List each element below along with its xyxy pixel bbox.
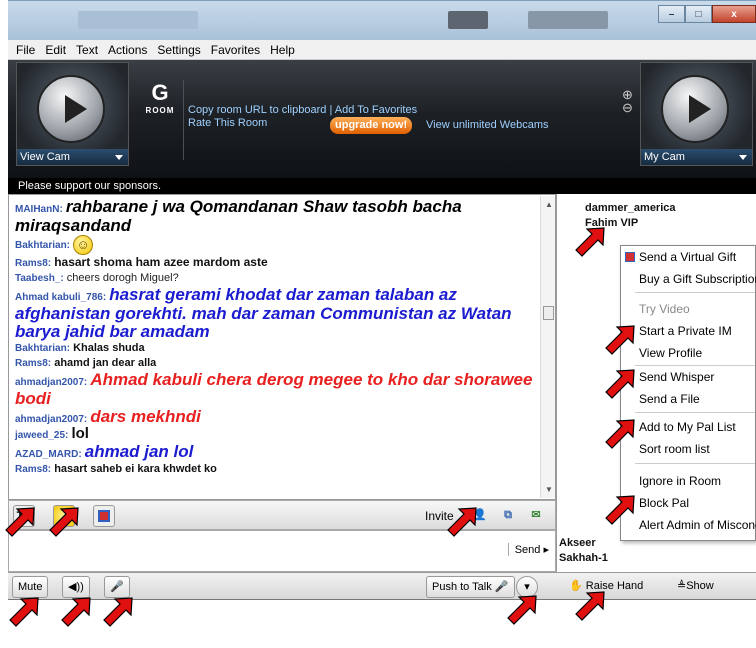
menu-item-block-pal[interactable]: Block Pal [639, 496, 689, 510]
message-input[interactable]: Send ▸ [8, 530, 556, 572]
list-item: Rams8: ahamd jan dear alla [15, 357, 157, 369]
gift-icon [625, 252, 635, 262]
list-item: Bakhtarian: ☺ [15, 235, 541, 255]
my-cam-dropdown[interactable]: My Cam [641, 149, 752, 165]
context-menu: Send a Virtual Gift Buy a Gift Subscript… [620, 245, 756, 541]
list-item: ahmadjan2007: dars mekhndi [15, 407, 201, 426]
raise-hand-button[interactable]: ✋ Raise Hand [564, 576, 648, 598]
chevron-down-icon [739, 155, 747, 160]
menu-item-private-im[interactable]: Start a Private IM [639, 324, 732, 338]
user-item[interactable]: Sakhah-1 [559, 552, 608, 564]
menu-item-add-pal[interactable]: Add to My Pal List [639, 420, 736, 434]
list-item: Ahmad kabuli_786: hasrat gerami khodat d… [15, 285, 512, 341]
user-item[interactable]: dammer_america [585, 202, 676, 214]
menu-file[interactable]: File [16, 43, 35, 57]
menu-help[interactable]: Help [270, 43, 295, 57]
blurred-title [78, 11, 198, 29]
title-bar: – □ x [8, 0, 756, 40]
speaker-icon[interactable]: ◀)) [62, 576, 90, 598]
menu-favorites[interactable]: Favorites [211, 43, 260, 57]
chat-scrollbar[interactable]: ▲ ▼ [540, 196, 555, 498]
chevron-down-icon: ▾ [524, 581, 530, 593]
chevron-down-icon [115, 155, 123, 160]
menu-text[interactable]: Text [76, 43, 98, 57]
scroll-down-icon[interactable]: ▼ [545, 485, 553, 494]
list-item: Bakhtarian: Khalas shuda [15, 342, 145, 354]
play-icon[interactable] [661, 75, 729, 143]
push-to-talk-button[interactable]: Push to Talk 🎤 [426, 576, 515, 598]
unlimited-webcams-link[interactable]: View unlimited Webcams [426, 119, 548, 131]
arrow-icon [61, 597, 91, 627]
list-item: MAIHanN: rahbarane j wa Qomandanan Shaw … [15, 197, 462, 235]
arrow-icon [103, 597, 133, 627]
room-logo: G ROOM [145, 80, 175, 115]
menu-settings[interactable]: Settings [157, 43, 200, 57]
menu-item-alert-admin[interactable]: Alert Admin of Misconduct [639, 518, 756, 532]
list-item: Taabesh_: cheers dorogh Miguel? [15, 272, 179, 284]
view-cam-panel: View Cam [16, 62, 129, 166]
divider [183, 80, 184, 160]
add-user-icon[interactable]: 👤 [469, 505, 491, 527]
list-item: ahmadjan2007: Ahmad kabuli chera derog m… [15, 370, 533, 408]
rate-room-link[interactable]: Rate This Room [188, 117, 267, 129]
arrow-icon [9, 597, 39, 627]
scroll-thumb[interactable] [543, 306, 554, 320]
list-item: AZAD_MARD: ahmad jan lol [15, 442, 194, 461]
view-cam-dropdown[interactable]: View Cam [17, 149, 128, 165]
microphone-icon[interactable]: 🎤 [104, 576, 130, 598]
zoom-controls: ⊕ ⊖ [622, 88, 633, 114]
blurred-icon [448, 11, 488, 29]
emoticon-button[interactable] [53, 505, 75, 527]
list-item: Rams8: hasart shoma ham azee mardom aste [15, 255, 268, 269]
my-cam-panel: My Cam [640, 62, 753, 166]
smiley-icon: ☺ [73, 235, 94, 255]
send-mail-icon[interactable]: ✉ [525, 505, 547, 527]
menu-item-try-video[interactable]: Try Video [639, 302, 690, 316]
user-item[interactable]: Akseer [559, 537, 596, 549]
gift-icon [98, 510, 110, 522]
sponsor-bar: Please support our sponsors. [8, 178, 756, 194]
menu-item-sort-list[interactable]: Sort room list [639, 442, 710, 456]
copy-url-link[interactable]: Copy room URL to clipboard [188, 104, 326, 116]
send-button[interactable]: Send ▸ [507, 543, 549, 556]
upgrade-button[interactable]: upgrade now! [330, 117, 413, 134]
gift-button[interactable] [93, 505, 115, 527]
scroll-up-icon[interactable]: ▲ [545, 200, 553, 209]
add-favorites-link[interactable]: Add To Favorites [335, 104, 417, 116]
chat-log: MAIHanN: rahbarane j wa Qomandanan Shaw … [8, 194, 556, 500]
blurred-icon [528, 11, 608, 29]
menu-actions[interactable]: Actions [108, 43, 147, 57]
close-button[interactable]: x [712, 5, 756, 23]
menu-bar: File Edit Text Actions Settings Favorite… [8, 40, 756, 60]
voice-toolbar: Mute ◀)) 🎤 Push to Talk 🎤 ▾ ✋ Raise Hand… [8, 572, 756, 600]
play-icon[interactable] [37, 75, 105, 143]
ptt-options-button[interactable]: ▾ [516, 576, 538, 598]
menu-item-send-whisper[interactable]: Send Whisper [639, 370, 714, 384]
mute-button[interactable]: Mute [12, 576, 49, 598]
room-banner: View Cam My Cam G ROOM Copy room URL to c… [8, 60, 756, 178]
arrow-icon [507, 595, 537, 625]
menu-item-buy-subscription[interactable]: Buy a Gift Subscription [639, 272, 756, 286]
text-format-button[interactable]: T... [13, 505, 35, 527]
menu-item-view-profile[interactable]: View Profile [639, 346, 702, 360]
user-item[interactable]: Fahim VIP [585, 217, 638, 229]
menu-item-send-gift[interactable]: Send a Virtual Gift [639, 250, 736, 264]
maximize-button[interactable]: □ [685, 5, 712, 23]
chat-toolbar: T... Invite 👤 ⧉ ✉ [8, 500, 556, 530]
menu-item-send-file[interactable]: Send a File [639, 392, 700, 406]
zoom-out-icon[interactable]: ⊖ [622, 101, 633, 114]
copy-icon[interactable]: ⧉ [497, 505, 519, 527]
invite-label: Invite [425, 509, 454, 523]
list-item: Rams8: hasart saheb ei kara khwdet ko [15, 463, 217, 475]
show-button[interactable]: ≜Show [672, 576, 719, 598]
menu-edit[interactable]: Edit [45, 43, 66, 57]
list-item: jaweed_25: lol [15, 425, 89, 442]
minimize-button[interactable]: – [658, 5, 685, 23]
menu-item-ignore[interactable]: Ignore in Room [639, 474, 721, 488]
